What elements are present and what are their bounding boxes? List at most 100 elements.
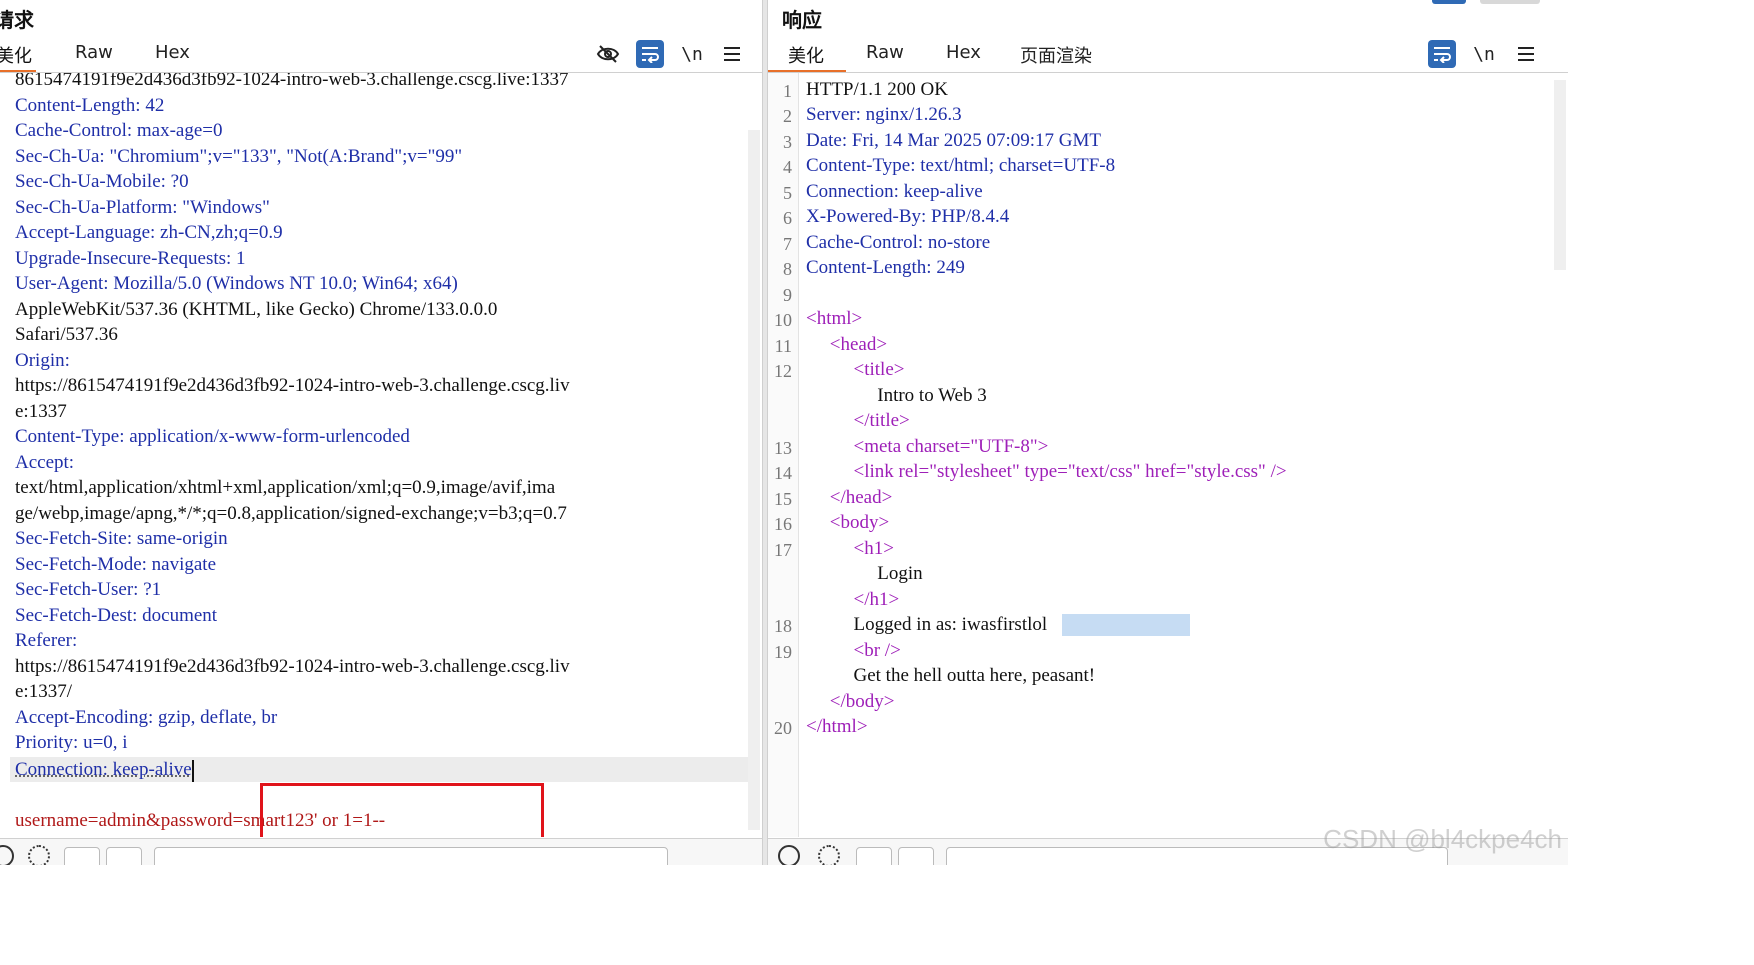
html-tag: <html> — [806, 308, 863, 329]
html-tag: <link rel="stylesheet" type="text/css" h… — [806, 461, 1287, 482]
line-number: 12 — [774, 361, 792, 381]
line-number: 20 — [774, 718, 792, 738]
selected-username-highlight — [1062, 614, 1190, 636]
forward-button[interactable] — [106, 847, 142, 865]
line-number: 9 — [783, 285, 792, 305]
response-pane: 响应 美化 Raw Hex 页面渲染 \n 1 2 3 4 5 6 7 8 9 … — [768, 0, 1568, 865]
tab-hex[interactable]: Hex — [155, 42, 190, 63]
line-number: 1 — [783, 81, 792, 101]
request-line: Sec-Fetch-User: ?1 — [15, 577, 161, 602]
newline-toggle-icon[interactable]: \n — [678, 40, 706, 68]
tab-raw[interactable]: Raw — [75, 42, 113, 63]
line-number: 4 — [783, 157, 792, 177]
request-line: https://8615474191f9e2d436d3fb92-1024-in… — [15, 656, 570, 677]
tab-render[interactable]: 页面渲染 — [1020, 42, 1092, 68]
menu-icon[interactable] — [1512, 40, 1540, 68]
request-line: Sec-Fetch-Dest: document — [15, 603, 217, 628]
back-button[interactable] — [856, 847, 892, 865]
request-line: e:1337 — [15, 401, 67, 422]
header-text: Connection: keep-alive — [15, 759, 192, 780]
tab-hex[interactable]: Hex — [946, 42, 981, 63]
back-button[interactable] — [64, 847, 100, 865]
header-text: Upgrade-Insecure-Requests: 1 — [15, 248, 246, 269]
request-line: Sec-Fetch-Mode: navigate — [15, 552, 216, 577]
html-tag: <body> — [806, 512, 890, 533]
tab-raw[interactable]: Raw — [866, 42, 904, 63]
response-line: </h1> — [806, 587, 900, 612]
request-scrollbar[interactable] — [748, 130, 760, 830]
response-line: Content-Type: text/html; charset=UTF-8 — [806, 153, 1115, 178]
request-line: Sec-Ch-Ua-Platform: "Windows" — [15, 195, 270, 220]
line-number: 13 — [774, 438, 792, 458]
wrap-lines-icon[interactable] — [636, 40, 664, 68]
header-text: Accept-Encoding: gzip, deflate, br — [15, 707, 278, 728]
header-text: Content-Type: text/html; charset=UTF-8 — [806, 155, 1116, 176]
line-number: 7 — [783, 234, 792, 254]
tab-pretty[interactable]: 美化 — [788, 42, 824, 68]
response-line: </head> — [806, 485, 893, 510]
request-line: Origin: — [15, 348, 70, 373]
request-line: Priority: u=0, i — [15, 730, 128, 755]
header-text: Sec-Fetch-Dest: document — [15, 605, 218, 626]
line-number: 3 — [783, 132, 792, 152]
header-text: Cache-Control: no-store — [806, 232, 991, 253]
html-tag: <br /> — [806, 640, 901, 661]
request-line: Referer: — [15, 628, 77, 653]
response-line: <body> — [806, 510, 889, 535]
newline-toggle-icon[interactable]: \n — [1470, 40, 1498, 68]
response-line: HTTP/1.1 200 OK — [806, 79, 948, 100]
header-text: Date: Fri, 14 Mar 2025 07:09:17 GMT — [806, 130, 1102, 151]
html-tag: <meta charset="UTF-8"> — [806, 436, 1049, 457]
forward-button[interactable] — [898, 847, 934, 865]
request-line: Safari/537.36 — [15, 324, 118, 345]
layout-toggle-secondary[interactable] — [1480, 0, 1540, 4]
wrap-lines-icon[interactable] — [1428, 40, 1456, 68]
watermark: CSDN @bl4ckpe4ch — [1323, 824, 1562, 854]
header-text: Cache-Control: max-age=0 — [15, 120, 223, 141]
line-number: 10 — [774, 310, 792, 330]
response-editor[interactable]: 1 2 3 4 5 6 7 8 9 10 11 12 13 14 15 16 1… — [768, 73, 1568, 837]
request-pane: 请求 美化 Raw Hex \n 8615474191f9e2d436d3fb9… — [0, 0, 762, 865]
html-tag: <h1> — [806, 538, 894, 559]
response-toolbar: \n — [1428, 40, 1548, 68]
response-scrollbar[interactable] — [1554, 80, 1566, 270]
response-line: Server: nginx/1.26.3 — [806, 102, 962, 127]
help-icon[interactable] — [778, 845, 800, 865]
request-editor[interactable]: 8615474191f9e2d436d3fb92-1024-intro-web-… — [0, 73, 762, 837]
response-title: 响应 — [782, 8, 822, 32]
request-statusbar — [0, 838, 762, 865]
html-tag: </body> — [806, 691, 895, 712]
html-tag: </html> — [806, 716, 868, 737]
header-text: Content-Length: 42 — [15, 95, 165, 116]
line-number: 16 — [774, 514, 792, 534]
header-text: Sec-Ch-Ua-Mobile: ?0 — [15, 171, 189, 192]
search-input[interactable] — [154, 847, 668, 865]
header-text: Sec-Fetch-Mode: navigate — [15, 554, 217, 575]
settings-icon[interactable] — [28, 845, 50, 865]
request-line: AppleWebKit/537.36 (KHTML, like Gecko) C… — [15, 299, 498, 320]
response-line: Login — [806, 563, 923, 584]
layout-toggle[interactable] — [1432, 0, 1466, 4]
request-line: e:1337/ — [15, 681, 72, 702]
html-tag: </head> — [806, 487, 893, 508]
html-tag: <head> — [806, 334, 888, 355]
text-caret — [191, 759, 194, 782]
settings-icon[interactable] — [818, 845, 840, 865]
response-line: <link rel="stylesheet" type="text/css" h… — [806, 459, 1287, 484]
line-number: 11 — [774, 336, 792, 356]
tab-pretty[interactable]: 美化 — [0, 42, 32, 68]
help-icon[interactable] — [0, 845, 14, 865]
html-tag: </h1> — [806, 589, 900, 610]
hide-icon[interactable] — [594, 40, 622, 68]
header-text: X-Powered-By: PHP/8.4.4 — [806, 206, 1010, 227]
line-number: 18 — [774, 616, 792, 636]
line-number: 19 — [774, 642, 792, 662]
line-number: 17 — [774, 540, 792, 560]
response-line: <title> — [806, 357, 905, 382]
request-line: Sec-Fetch-Site: same-origin — [15, 526, 228, 551]
response-line: X-Powered-By: PHP/8.4.4 — [806, 204, 1009, 229]
header-text: Sec-Fetch-Site: same-origin — [15, 528, 228, 549]
header-text: Sec-Ch-Ua: "Chromium";v="133", "Not(A:Br… — [15, 146, 463, 167]
menu-icon[interactable] — [718, 40, 746, 68]
response-line: <html> — [806, 306, 862, 331]
